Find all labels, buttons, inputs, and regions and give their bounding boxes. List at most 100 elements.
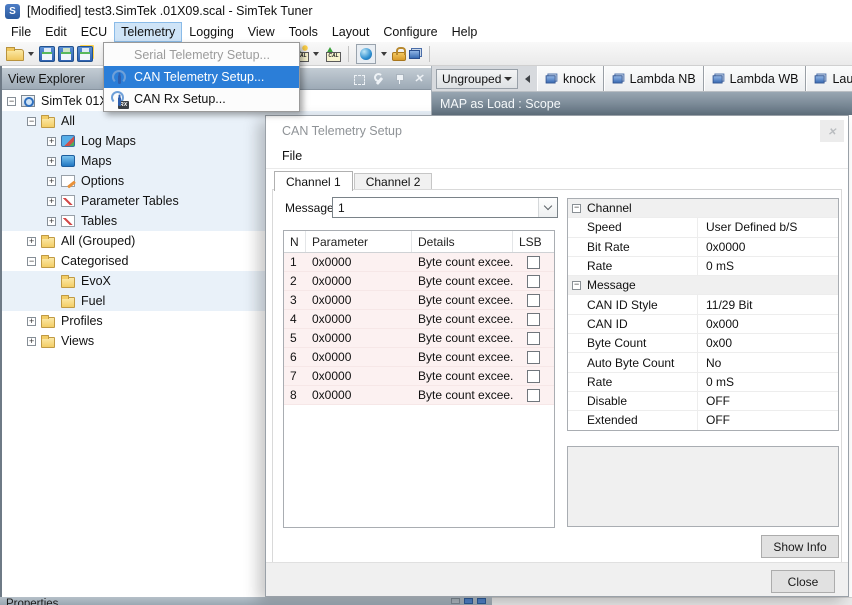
- lsb-checkbox[interactable]: [527, 389, 540, 402]
- menubar-item[interactable]: Edit: [38, 22, 74, 42]
- property-value[interactable]: 0 mS: [697, 257, 838, 275]
- expander-icon[interactable]: [27, 257, 36, 266]
- row-parameter[interactable]: 0x0000: [306, 293, 412, 307]
- row-parameter[interactable]: 0x0000: [306, 388, 412, 402]
- dialog-menu-file[interactable]: File: [282, 149, 302, 163]
- save-as-button[interactable]: [58, 46, 74, 62]
- row-parameter[interactable]: 0x0000: [306, 274, 412, 288]
- property-row[interactable]: Auto Byte Count No: [568, 353, 838, 372]
- row-parameter[interactable]: 0x0000: [306, 255, 412, 269]
- expander-icon[interactable]: [27, 237, 36, 246]
- expander-icon[interactable]: [47, 217, 56, 226]
- lsb-checkbox[interactable]: [527, 256, 540, 269]
- menubar-item[interactable]: Logging: [182, 22, 241, 42]
- cal-dropdown-caret-icon[interactable]: [313, 52, 319, 56]
- expander-icon[interactable]: [7, 97, 16, 106]
- open-file-button[interactable]: [6, 47, 36, 61]
- mini-toolbar-icon[interactable]: [477, 598, 486, 604]
- channel-tab[interactable]: Channel 1: [274, 171, 353, 191]
- menubar-item[interactable]: View: [241, 22, 282, 42]
- dialog-close-button[interactable]: [820, 120, 844, 142]
- parameter-row[interactable]: 8 0x0000 Byte count excee...: [284, 386, 554, 405]
- expander-icon[interactable]: [47, 157, 56, 166]
- save-new-button[interactable]: [77, 46, 93, 62]
- property-row[interactable]: CAN ID Style 11/29 Bit: [568, 295, 838, 314]
- save-button[interactable]: [39, 46, 55, 62]
- property-row[interactable]: CAN ID 0x000: [568, 315, 838, 334]
- lsb-checkbox[interactable]: [527, 332, 540, 345]
- show-info-button[interactable]: Show Info: [761, 535, 839, 558]
- lsb-checkbox[interactable]: [527, 294, 540, 307]
- telemetry-menu-item[interactable]: CAN Telemetry Setup...: [104, 66, 299, 88]
- expander-icon[interactable]: [47, 177, 56, 186]
- property-value[interactable]: User Defined b/S: [697, 218, 838, 236]
- property-row[interactable]: Message: [568, 276, 838, 295]
- properties-panel-header[interactable]: Properties: [0, 597, 492, 605]
- cascade-windows-button[interactable]: [409, 48, 422, 59]
- channel-tab[interactable]: Channel 2: [354, 173, 433, 190]
- property-value[interactable]: 0x00: [697, 334, 838, 352]
- menubar-item[interactable]: Layout: [325, 22, 377, 42]
- group-selector[interactable]: Ungrouped: [436, 69, 518, 89]
- collapse-icon[interactable]: [572, 204, 581, 213]
- lsb-checkbox[interactable]: [527, 370, 540, 383]
- parameter-row[interactable]: 1 0x0000 Byte count excee...: [284, 253, 554, 272]
- property-value[interactable]: [697, 199, 838, 217]
- lock-button[interactable]: [392, 46, 406, 61]
- lsb-checkbox[interactable]: [527, 351, 540, 364]
- property-row[interactable]: Disable OFF: [568, 392, 838, 411]
- open-dropdown-caret-icon[interactable]: [28, 52, 34, 56]
- view-tab[interactable]: Lambda NB: [604, 66, 704, 91]
- view-tab[interactable]: Lambda WB: [704, 66, 807, 91]
- property-value[interactable]: 0x0000: [697, 238, 838, 256]
- row-parameter[interactable]: 0x0000: [306, 331, 412, 345]
- parameter-row[interactable]: 4 0x0000 Byte count excee...: [284, 310, 554, 329]
- menubar-item[interactable]: Tools: [282, 22, 325, 42]
- menubar-item[interactable]: Help: [445, 22, 485, 42]
- lsb-checkbox[interactable]: [527, 313, 540, 326]
- close-button[interactable]: Close: [771, 570, 835, 593]
- property-value[interactable]: [697, 276, 838, 294]
- ecu-connect-button[interactable]: [356, 44, 376, 64]
- collapse-icon[interactable]: [572, 281, 581, 290]
- combobox-dropdown-button[interactable]: [538, 198, 557, 217]
- parameter-row[interactable]: 7 0x0000 Byte count excee...: [284, 367, 554, 386]
- property-row[interactable]: Bit Rate 0x0000: [568, 238, 838, 257]
- property-row[interactable]: Extended OFF: [568, 411, 838, 430]
- expander-icon[interactable]: [47, 137, 56, 146]
- parameter-row[interactable]: 6 0x0000 Byte count excee...: [284, 348, 554, 367]
- property-value[interactable]: 0 mS: [697, 373, 838, 391]
- telemetry-menu-item[interactable]: CAN Rx Setup...: [104, 88, 299, 110]
- mini-toolbar-icon[interactable]: [451, 598, 460, 604]
- expander-icon[interactable]: [47, 197, 56, 206]
- property-row[interactable]: Byte Count 0x00: [568, 334, 838, 353]
- parameter-row[interactable]: 3 0x0000 Byte count excee...: [284, 291, 554, 310]
- expander-icon[interactable]: [27, 317, 36, 326]
- expander-icon[interactable]: [27, 117, 36, 126]
- telemetry-menu-item[interactable]: Serial Telemetry Setup...: [104, 44, 299, 66]
- connect-dropdown-caret-icon[interactable]: [381, 52, 387, 56]
- row-parameter[interactable]: 0x0000: [306, 369, 412, 383]
- property-row[interactable]: Rate 0 mS: [568, 373, 838, 392]
- row-parameter[interactable]: 0x0000: [306, 350, 412, 364]
- menubar-item[interactable]: File: [4, 22, 38, 42]
- pin-panel-icon[interactable]: [393, 73, 405, 85]
- mini-toolbar-icon[interactable]: [464, 598, 473, 604]
- panel-options-wrench-icon[interactable]: [373, 73, 385, 85]
- parameter-row[interactable]: 2 0x0000 Byte count excee...: [284, 272, 554, 291]
- view-tab[interactable]: knock: [537, 66, 604, 91]
- property-value[interactable]: 0x000: [697, 315, 838, 333]
- property-row[interactable]: Speed User Defined b/S: [568, 218, 838, 237]
- property-row[interactable]: Channel: [568, 199, 838, 218]
- parameter-row[interactable]: 5 0x0000 Byte count excee...: [284, 329, 554, 348]
- view-tab[interactable]: Launch: [806, 66, 852, 91]
- lsb-checkbox[interactable]: [527, 275, 540, 288]
- menubar-item[interactable]: Configure: [376, 22, 444, 42]
- menubar-item[interactable]: ECU: [74, 22, 114, 42]
- close-panel-icon[interactable]: [413, 73, 425, 85]
- expander-icon[interactable]: [27, 337, 36, 346]
- scroll-tabs-left-button[interactable]: [520, 69, 535, 89]
- row-parameter[interactable]: 0x0000: [306, 312, 412, 326]
- property-row[interactable]: Rate 0 mS: [568, 257, 838, 276]
- property-value[interactable]: 11/29 Bit: [697, 295, 838, 313]
